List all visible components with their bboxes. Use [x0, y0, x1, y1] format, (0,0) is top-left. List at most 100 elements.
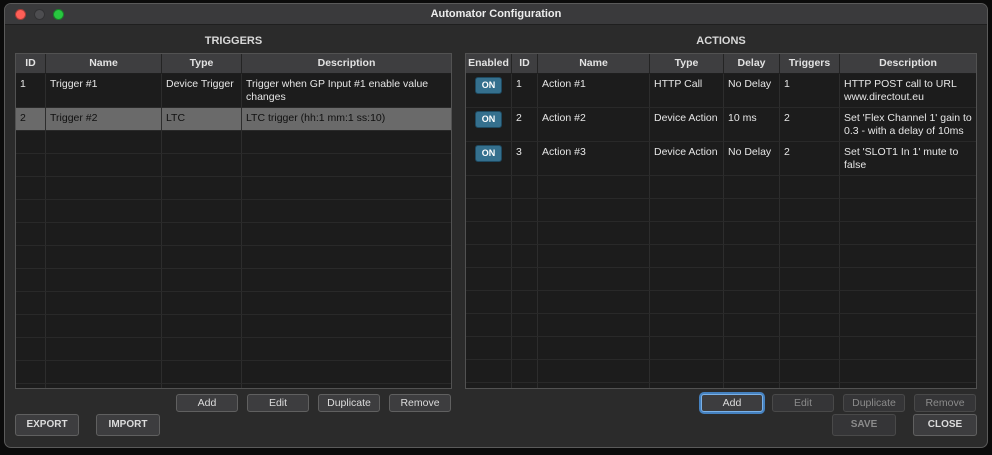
action-cell-type: Device Action — [650, 142, 724, 176]
empty-cell — [16, 292, 46, 315]
empty-cell — [162, 154, 242, 177]
action-enabled-toggle[interactable]: ON — [474, 111, 503, 128]
trigger-empty-row — [16, 131, 451, 154]
action-cell-triggers: 2 — [780, 108, 840, 142]
action-cell-enabled: ON — [466, 108, 512, 142]
import-button[interactable]: IMPORT — [96, 414, 160, 436]
empty-cell — [840, 222, 976, 245]
empty-cell — [538, 176, 650, 199]
triggers-column-header: Type — [162, 54, 242, 74]
trigger-empty-row — [16, 338, 451, 361]
action-row[interactable]: ON 1 Action #1 HTTP Call No Delay 1 HTTP POST … — [466, 74, 976, 108]
empty-cell — [162, 131, 242, 154]
empty-cell — [242, 338, 451, 361]
window-title: Automator Configuration — [430, 8, 562, 20]
empty-cell — [538, 291, 650, 314]
empty-cell — [16, 223, 46, 246]
empty-cell — [46, 338, 162, 361]
action-empty-row — [466, 222, 976, 245]
trigger-cell-type: Device Trigger — [162, 74, 242, 108]
trigger-cell-description: Trigger when GP Input #1 enable value ch… — [242, 74, 451, 108]
empty-cell — [538, 199, 650, 222]
action-empty-row — [466, 383, 976, 388]
action-empty-row — [466, 291, 976, 314]
trigger-row[interactable]: 1 Trigger #1 Device Trigger Trigger when GP… — [16, 74, 451, 108]
empty-cell — [46, 384, 162, 388]
empty-cell — [724, 360, 780, 383]
actions-panel-title: ACTIONS — [696, 35, 746, 47]
action-enabled-toggle[interactable]: ON — [474, 145, 503, 162]
trigger-cell-type: LTC — [162, 108, 242, 131]
empty-cell — [162, 200, 242, 223]
empty-cell — [16, 315, 46, 338]
empty-cell — [512, 337, 538, 360]
empty-cell — [780, 199, 840, 222]
action-row[interactable]: ON 3 Action #3 Device Action No Delay 2 Set 'S… — [466, 142, 976, 176]
empty-cell — [538, 383, 650, 388]
empty-cell — [466, 291, 512, 314]
triggers-header: ID Name Type Description — [16, 54, 451, 74]
empty-cell — [840, 199, 976, 222]
action-empty-row — [466, 199, 976, 222]
actions-panel: ACTIONS Enabled ID Name Type Delay Triggers De… — [465, 30, 977, 412]
empty-cell — [650, 337, 724, 360]
empty-cell — [466, 360, 512, 383]
action-empty-row — [466, 314, 976, 337]
empty-cell — [538, 360, 650, 383]
action-cell-delay: No Delay — [724, 142, 780, 176]
action-cell-type: Device Action — [650, 108, 724, 142]
empty-cell — [512, 314, 538, 337]
empty-cell — [162, 361, 242, 384]
trigger-cell-name: Trigger #1 — [46, 74, 162, 108]
trigger-cell-name: Trigger #2 — [46, 108, 162, 131]
close-window-icon[interactable] — [15, 8, 26, 20]
trigger-empty-row — [16, 177, 451, 200]
action-empty-row — [466, 268, 976, 291]
actions-body: ON 1 Action #1 HTTP Call No Delay 1 HTTP POST … — [466, 74, 976, 388]
empty-cell — [840, 245, 976, 268]
action-enabled-toggle[interactable]: ON — [474, 77, 503, 94]
empty-cell — [780, 337, 840, 360]
empty-cell — [16, 246, 46, 269]
action-row[interactable]: ON 2 Action #2 Device Action 10 ms 2 Set 'Flex… — [466, 108, 976, 142]
traffic-lights — [15, 4, 64, 24]
export-button[interactable]: EXPORT — [15, 414, 79, 436]
empty-cell — [466, 383, 512, 388]
trigger-empty-row — [16, 200, 451, 223]
empty-cell — [724, 245, 780, 268]
footer-left-group: EXPORT IMPORT — [15, 414, 160, 436]
close-button[interactable]: CLOSE — [913, 414, 977, 436]
empty-cell — [46, 200, 162, 223]
zoom-window-icon[interactable] — [53, 8, 64, 20]
empty-cell — [780, 360, 840, 383]
actions-column-header: Name — [538, 54, 650, 74]
empty-cell — [46, 269, 162, 292]
empty-cell — [162, 292, 242, 315]
empty-cell — [650, 222, 724, 245]
action-cell-name: Action #1 — [538, 74, 650, 108]
empty-cell — [538, 268, 650, 291]
actions-column-header: Triggers — [780, 54, 840, 74]
action-cell-description: Set 'SLOT1 In 1' mute to false — [840, 142, 976, 176]
actions-column-header: ID — [512, 54, 538, 74]
empty-cell — [724, 199, 780, 222]
empty-cell — [724, 268, 780, 291]
empty-cell — [840, 268, 976, 291]
empty-cell — [724, 291, 780, 314]
empty-cell — [512, 176, 538, 199]
empty-cell — [16, 200, 46, 223]
empty-cell — [512, 360, 538, 383]
action-cell-delay: No Delay — [724, 74, 780, 108]
empty-cell — [162, 269, 242, 292]
empty-cell — [46, 246, 162, 269]
empty-cell — [840, 337, 976, 360]
titlebar: Automator Configuration — [5, 4, 987, 25]
trigger-empty-row — [16, 384, 451, 388]
empty-cell — [724, 222, 780, 245]
empty-cell — [242, 361, 451, 384]
empty-cell — [162, 246, 242, 269]
minimize-window-icon[interactable] — [34, 8, 45, 20]
trigger-row[interactable]: 2 Trigger #2 LTC LTC trigger (hh:1 mm:1 ss:… — [16, 108, 451, 131]
empty-cell — [242, 269, 451, 292]
empty-cell — [242, 292, 451, 315]
